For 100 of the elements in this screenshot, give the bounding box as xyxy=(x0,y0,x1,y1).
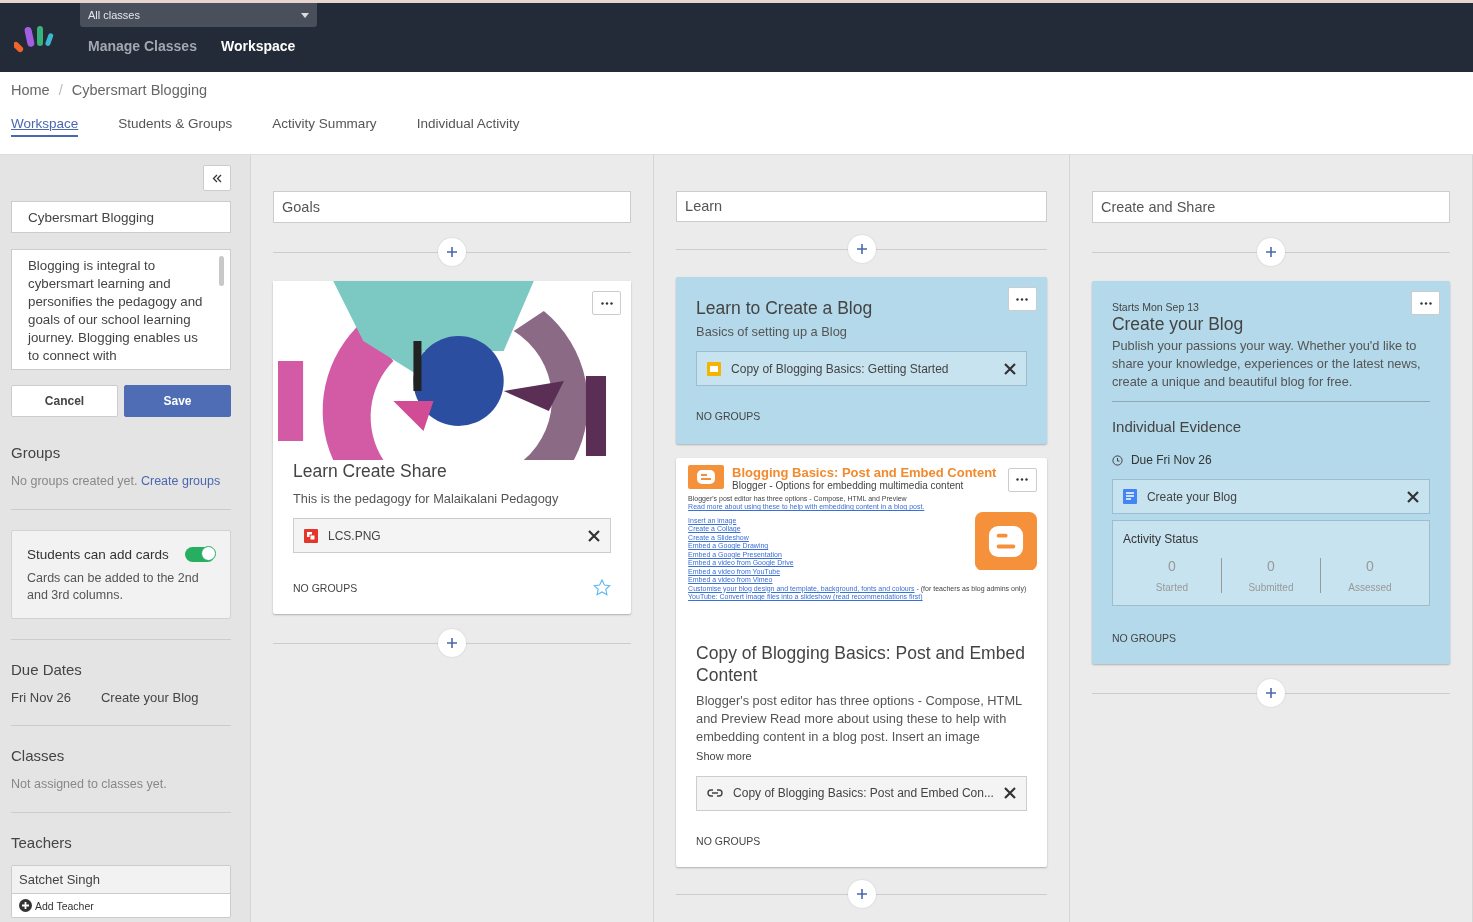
nav-link[interactable]: Manage Classes xyxy=(88,38,197,54)
document-icon xyxy=(1122,489,1137,504)
groups-label: NO GROUPS xyxy=(696,834,761,847)
card-description: Basics of setting up a Blog xyxy=(696,323,848,342)
plus-icon xyxy=(856,244,867,255)
stat-label: Assessed xyxy=(1348,582,1392,593)
stat-value: 0 xyxy=(1168,558,1176,574)
preview-title: Blogging Basics: Post and Embed Content xyxy=(732,464,997,480)
groups-label: NO GROUPS xyxy=(293,581,358,594)
due-date: Fri Nov 26 xyxy=(11,690,71,705)
setting-label: Students can add cards xyxy=(27,547,169,562)
close-icon[interactable] xyxy=(588,529,601,542)
card-title: Create your Blog xyxy=(1111,313,1245,335)
double-chevron-icon xyxy=(212,173,222,183)
close-icon[interactable] xyxy=(1003,362,1016,375)
plus-icon xyxy=(447,247,458,257)
tab[interactable]: Activity Summary xyxy=(272,116,377,137)
card-title: Learn to Create a Blog xyxy=(696,297,874,320)
breadcrumb-link[interactable]: Home xyxy=(11,82,50,98)
groups-label: NO GROUPS xyxy=(1111,632,1177,644)
card-title: Learn Create Share xyxy=(293,460,448,482)
description-field[interactable]: Blogging is integral to cybersmart learning and personifies the pedagogy and goals of our school learning journey. Blogging enables us to connect with xyxy=(11,249,231,370)
attachment[interactable]: Copy of Blogging Basics: Post and Embed Con... xyxy=(696,775,1027,811)
column-title-field[interactable]: Goals xyxy=(273,191,632,223)
section-heading: Individual Evidence xyxy=(1111,418,1243,435)
card-title: Copy of Blogging Basics: Post and Embed Content xyxy=(696,641,1026,686)
more-icon xyxy=(1016,478,1029,482)
due-date: Due Fri Nov 26 xyxy=(1130,453,1212,467)
add-icon xyxy=(19,899,32,912)
cancel-button[interactable]: Cancel xyxy=(11,385,118,417)
plus-icon xyxy=(1265,688,1276,698)
image-file-icon xyxy=(304,528,318,543)
close-icon[interactable] xyxy=(1003,787,1016,800)
add-card-button[interactable] xyxy=(847,880,876,909)
nav-link[interactable]: Workspace xyxy=(220,38,296,54)
tab[interactable]: Students & Groups xyxy=(118,116,233,137)
breadcrumb-separator: / xyxy=(58,82,63,98)
class-dropdown[interactable]: All classes xyxy=(80,3,317,27)
start-date: Starts Mon Sep 13 xyxy=(1111,301,1200,313)
tab[interactable]: Workspace xyxy=(11,116,79,137)
column-title-field[interactable]: Learn xyxy=(676,191,1047,222)
section-heading: Classes xyxy=(11,746,66,766)
plus-icon xyxy=(856,889,867,900)
add-card-button[interactable] xyxy=(847,235,876,264)
more-button[interactable] xyxy=(1007,467,1037,492)
clock-icon xyxy=(1111,454,1123,466)
section-heading: Groups xyxy=(11,443,62,463)
card-description: Publish your passions your way. Whether you'd like to share your knowledge, experiences or the latest news, create a unique and beautiful blog for free. xyxy=(1111,337,1422,391)
stat-label: Submitted xyxy=(1248,582,1294,593)
groups-label: NO GROUPS xyxy=(696,410,761,423)
more-button[interactable] xyxy=(1007,287,1037,312)
title-field[interactable]: Cybersmart Blogging xyxy=(11,201,231,233)
save-button[interactable]: Save xyxy=(124,385,231,417)
card-description: This is the pedagogy for Malaikalani Pedagogy xyxy=(293,490,560,508)
attachment-name: Copy of Blogging Basics: Post and Embed Con... xyxy=(733,786,994,801)
blogger-logo-icon xyxy=(974,511,1037,571)
collapse-button[interactable] xyxy=(203,165,231,191)
more-button[interactable] xyxy=(1411,291,1440,315)
plus-icon xyxy=(447,638,458,648)
attachment[interactable]: Copy of Blogging Basics: Getting Started xyxy=(696,351,1027,387)
classes-text: Not assigned to classes yet. xyxy=(11,776,168,792)
attachment-name: Copy of Blogging Basics: Getting Started xyxy=(731,361,950,376)
more-icon xyxy=(1016,297,1029,301)
due-title: Create your Blog xyxy=(100,690,199,705)
setting-description: Cards can be added to the 2nd and 3rd columns. xyxy=(27,570,200,604)
stat-label: Started xyxy=(1155,582,1189,593)
card-description: Blogger's post editor has three options - Compose, HTML and Preview Read more about using these to help with embedding content in a blog post. Insert an image xyxy=(696,691,1023,746)
blogger-logo-icon xyxy=(688,464,725,489)
section-heading: Due Dates xyxy=(11,660,83,680)
toggle-switch[interactable] xyxy=(185,547,215,562)
add-teacher-link[interactable]: Add Teacher xyxy=(12,894,230,917)
caret-icon xyxy=(301,12,309,18)
preview-subtitle: Blogger - Options for embedding multimedia content xyxy=(732,479,965,491)
add-card-button[interactable] xyxy=(1256,238,1285,266)
attachment[interactable]: Create your Blog xyxy=(1111,479,1430,514)
add-card-button[interactable] xyxy=(1256,679,1285,707)
add-card-button[interactable] xyxy=(438,238,467,266)
link-icon xyxy=(707,788,724,799)
show-more-link[interactable]: Show more xyxy=(696,749,1027,762)
attachment-name: Create your Blog xyxy=(1146,489,1238,504)
teacher-name: Satchet Singh xyxy=(12,866,230,894)
column-title-field[interactable]: Create and Share xyxy=(1091,191,1450,223)
stat-value: 0 xyxy=(1267,558,1275,574)
status-heading: Activity Status xyxy=(1122,532,1200,546)
close-icon[interactable] xyxy=(1407,490,1419,503)
plus-icon xyxy=(1265,247,1276,257)
more-button[interactable] xyxy=(592,291,622,315)
slides-icon xyxy=(707,361,722,376)
tab[interactable]: Individual Activity xyxy=(416,116,520,137)
add-card-button[interactable] xyxy=(438,629,467,657)
section-heading: Teachers xyxy=(11,833,73,853)
more-icon xyxy=(600,301,613,305)
groups-text: No groups created yet. Create groups xyxy=(11,473,222,489)
more-icon xyxy=(1419,301,1432,305)
star-icon[interactable] xyxy=(593,579,612,596)
create-groups-link[interactable]: Create groups xyxy=(140,474,221,488)
stat-value: 0 xyxy=(1366,558,1374,574)
attachment[interactable]: LCS.PNG xyxy=(293,518,612,553)
breadcrumb-link[interactable]: Cybersmart Blogging xyxy=(71,82,208,98)
attachment-name: LCS.PNG xyxy=(328,528,382,543)
